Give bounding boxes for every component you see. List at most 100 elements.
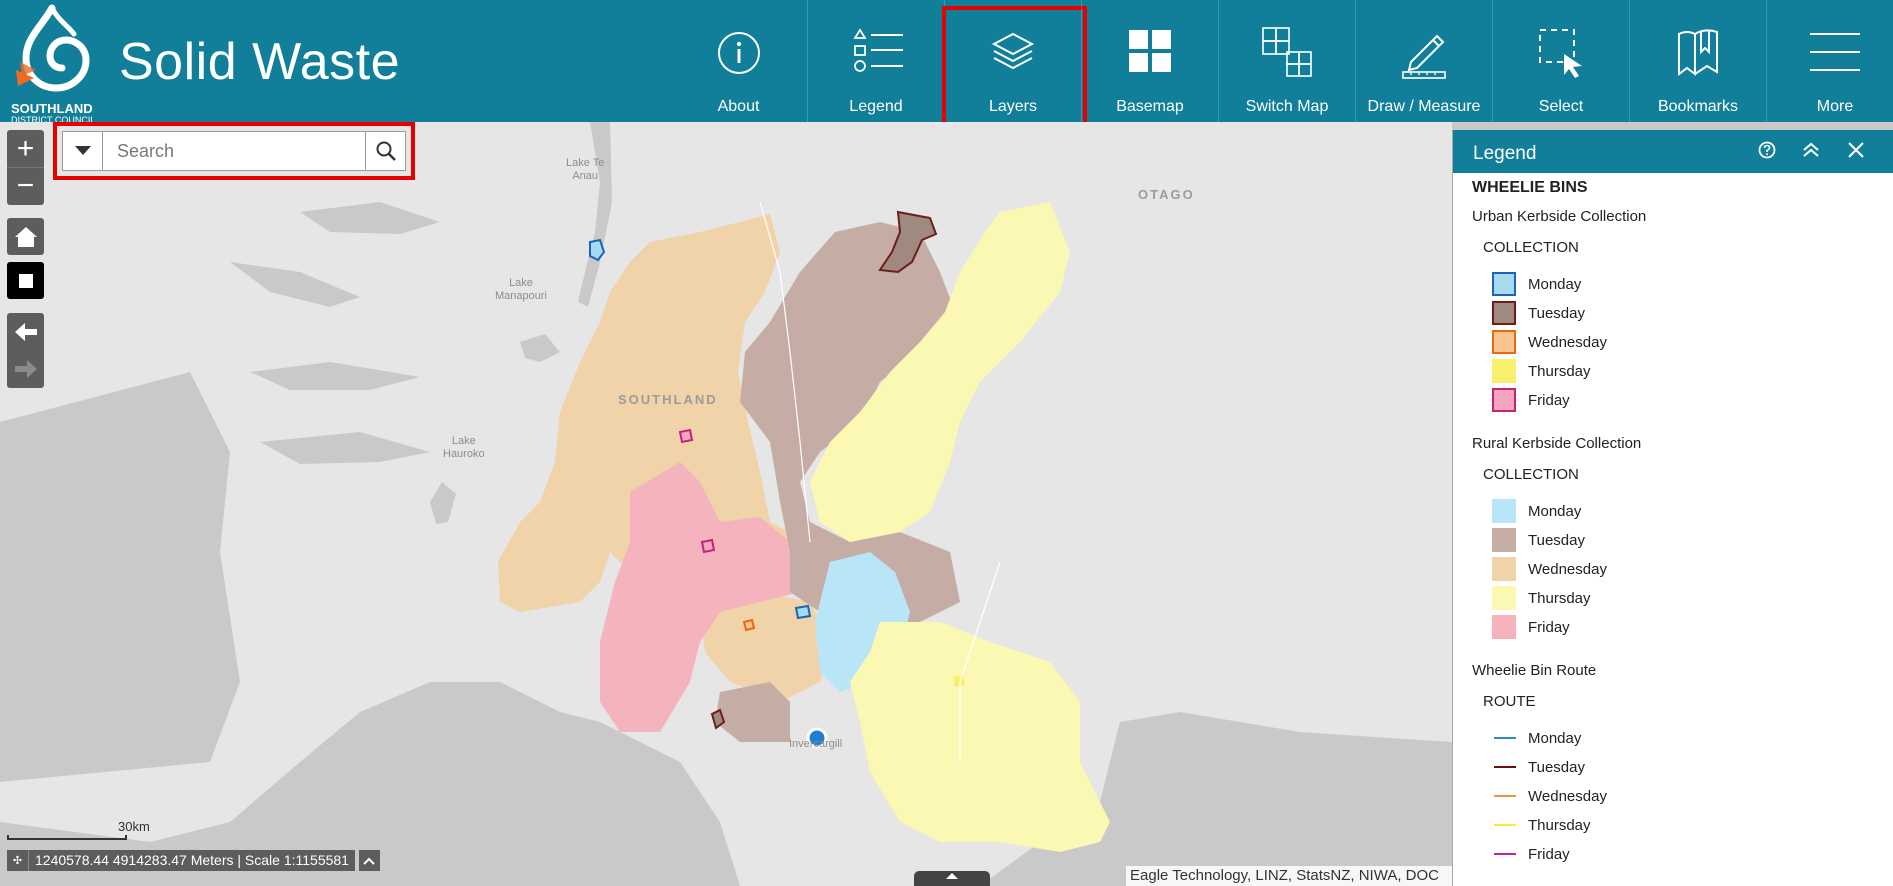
close-panel-button[interactable] — [1842, 136, 1870, 164]
select-button[interactable]: Select — [1492, 0, 1629, 122]
legend-label: Legend — [849, 98, 903, 115]
legend-item-label: Monday — [1528, 502, 1582, 520]
crosshair-icon[interactable]: ✣ — [7, 850, 28, 871]
legend-item: Wednesday — [1492, 557, 1607, 581]
legend-item: Friday — [1492, 842, 1570, 866]
more-label: More — [1816, 98, 1854, 115]
collapse-panel-button[interactable] — [1797, 136, 1825, 164]
legend-item: Monday — [1492, 726, 1581, 750]
switch-map-label: Switch Map — [1245, 98, 1329, 115]
scale-bar: 30km — [7, 819, 150, 840]
search-icon — [376, 141, 396, 161]
legend-header: Legend — [1453, 130, 1893, 173]
legend-item: Friday — [1492, 388, 1570, 412]
scale-bar-line — [7, 835, 127, 840]
west-coast-sea — [0, 372, 240, 782]
basemap-button[interactable]: Basemap — [1081, 0, 1218, 122]
legend-item-label: Tuesday — [1528, 758, 1585, 776]
basemap-icon — [1129, 30, 1171, 72]
search-source-dropdown[interactable] — [63, 132, 103, 170]
legend-item: Tuesday — [1492, 755, 1585, 779]
legend-item-label: Tuesday — [1528, 304, 1585, 322]
bookmarks-button[interactable]: Bookmarks — [1629, 0, 1766, 122]
select-icon — [1539, 29, 1582, 78]
coordinate-options-button[interactable] — [358, 850, 380, 871]
basemap-label: Basemap — [1116, 98, 1184, 115]
urban-wednesday-patch — [742, 618, 756, 632]
legend-item: Monday — [1492, 272, 1581, 296]
legend-line-swatch — [1494, 853, 1516, 855]
arrow-right-icon — [14, 359, 37, 378]
select-label: Select — [1538, 98, 1584, 115]
legend-polygon-swatch — [1492, 388, 1516, 412]
zoom-in-button[interactable]: + — [7, 130, 44, 167]
plus-icon: + — [16, 131, 35, 165]
legend-item: Friday — [1492, 615, 1570, 639]
draw-measure-button[interactable]: Draw / Measure — [1355, 0, 1492, 122]
legend-item: Tuesday — [1492, 301, 1585, 325]
chevron-up-icon — [363, 857, 376, 865]
legend-polygon-swatch — [1492, 528, 1516, 552]
legend-polygon-swatch — [1492, 330, 1516, 354]
search-highlight — [53, 122, 415, 180]
legend-field-name: COLLECTION — [1483, 239, 1579, 256]
double-chevron-up-icon — [1803, 142, 1819, 157]
legend-item-label: Tuesday — [1528, 531, 1585, 549]
legend-item-label: Friday — [1528, 391, 1570, 409]
about-button[interactable]: About — [670, 0, 807, 122]
legend-line-swatch — [1494, 737, 1516, 739]
region-southland: SOUTHLAND — [618, 392, 718, 407]
zoom-controls: + − — [7, 130, 44, 205]
region-otago: OTAGO — [1138, 187, 1195, 202]
legend-layer-title: WHEELIE BINS — [1472, 179, 1588, 196]
legend-group-title: Urban Kerbside Collection — [1472, 208, 1647, 225]
more-button[interactable]: More — [1766, 0, 1893, 122]
app-header: Solid Waste SOUTHLAND DISTRICT COUNCIL A… — [0, 0, 1893, 145]
coordinate-text: 1240578.44 4914283.47 Meters | Scale 1:1… — [28, 850, 355, 871]
legend-item: Thursday — [1492, 586, 1591, 610]
council-logo-icon — [16, 4, 90, 92]
search-input[interactable] — [103, 132, 365, 170]
legend-item-label: Friday — [1528, 618, 1570, 636]
legend-group-title: Wheelie Bin Route — [1472, 662, 1597, 679]
layers-button[interactable]: Layers — [942, 0, 1087, 145]
draw-measure-label: Draw / Measure — [1367, 98, 1481, 115]
legend-polygon-swatch — [1492, 359, 1516, 383]
switch-map-icon — [1262, 27, 1312, 77]
legend-line-swatch — [1494, 795, 1516, 797]
legend-polygon-swatch — [1492, 615, 1516, 639]
map-canvas — [0, 122, 1452, 886]
square-icon — [18, 273, 33, 288]
coordinate-display: ✣ 1240578.44 4914283.47 Meters | Scale 1… — [7, 850, 380, 871]
legend-item-label: Friday — [1528, 845, 1570, 863]
stop-button[interactable] — [7, 262, 44, 299]
legend-panel: Legend WHEELIE BINS Urban Kerbside Colle… — [1452, 130, 1893, 886]
legend-item: Tuesday — [1492, 528, 1585, 552]
info-icon — [717, 32, 760, 74]
home-button[interactable] — [7, 218, 44, 255]
zoom-out-button[interactable]: − — [7, 167, 44, 204]
map-view[interactable]: Lake Te Anau Lake Manapouri Lake Hauroko… — [0, 122, 1452, 886]
search-button[interactable] — [365, 132, 405, 170]
legend-item-label: Wednesday — [1528, 333, 1607, 351]
legend-item: Wednesday — [1492, 330, 1607, 354]
next-extent-button[interactable] — [7, 350, 44, 387]
urban-friday-patch-2 — [700, 538, 716, 554]
legend-item-label: Monday — [1528, 729, 1582, 747]
bottom-panel-toggle[interactable] — [914, 871, 990, 886]
legend-item: Wednesday — [1492, 784, 1607, 808]
legend-button[interactable]: Legend — [807, 0, 944, 122]
previous-extent-button[interactable] — [7, 313, 44, 350]
close-icon — [1848, 142, 1864, 158]
switch-map-button[interactable]: Switch Map — [1218, 0, 1355, 122]
layers-label: Layers — [988, 98, 1038, 115]
bookmark-icon — [1678, 29, 1718, 76]
help-button[interactable] — [1753, 136, 1781, 164]
toolbar: About Legend Layers Basemap Switch Map D… — [670, 0, 1893, 145]
map-attribution: Eagle Technology, LINZ, StatsNZ, NIWA, D… — [1126, 866, 1452, 886]
legend-field-name: COLLECTION — [1483, 466, 1579, 483]
legend-item-label: Thursday — [1528, 816, 1591, 834]
legend-item-label: Wednesday — [1528, 787, 1607, 805]
urban-friday-patch-1 — [678, 428, 694, 444]
place-lake-manapouri: Lake Manapouri — [495, 277, 547, 302]
